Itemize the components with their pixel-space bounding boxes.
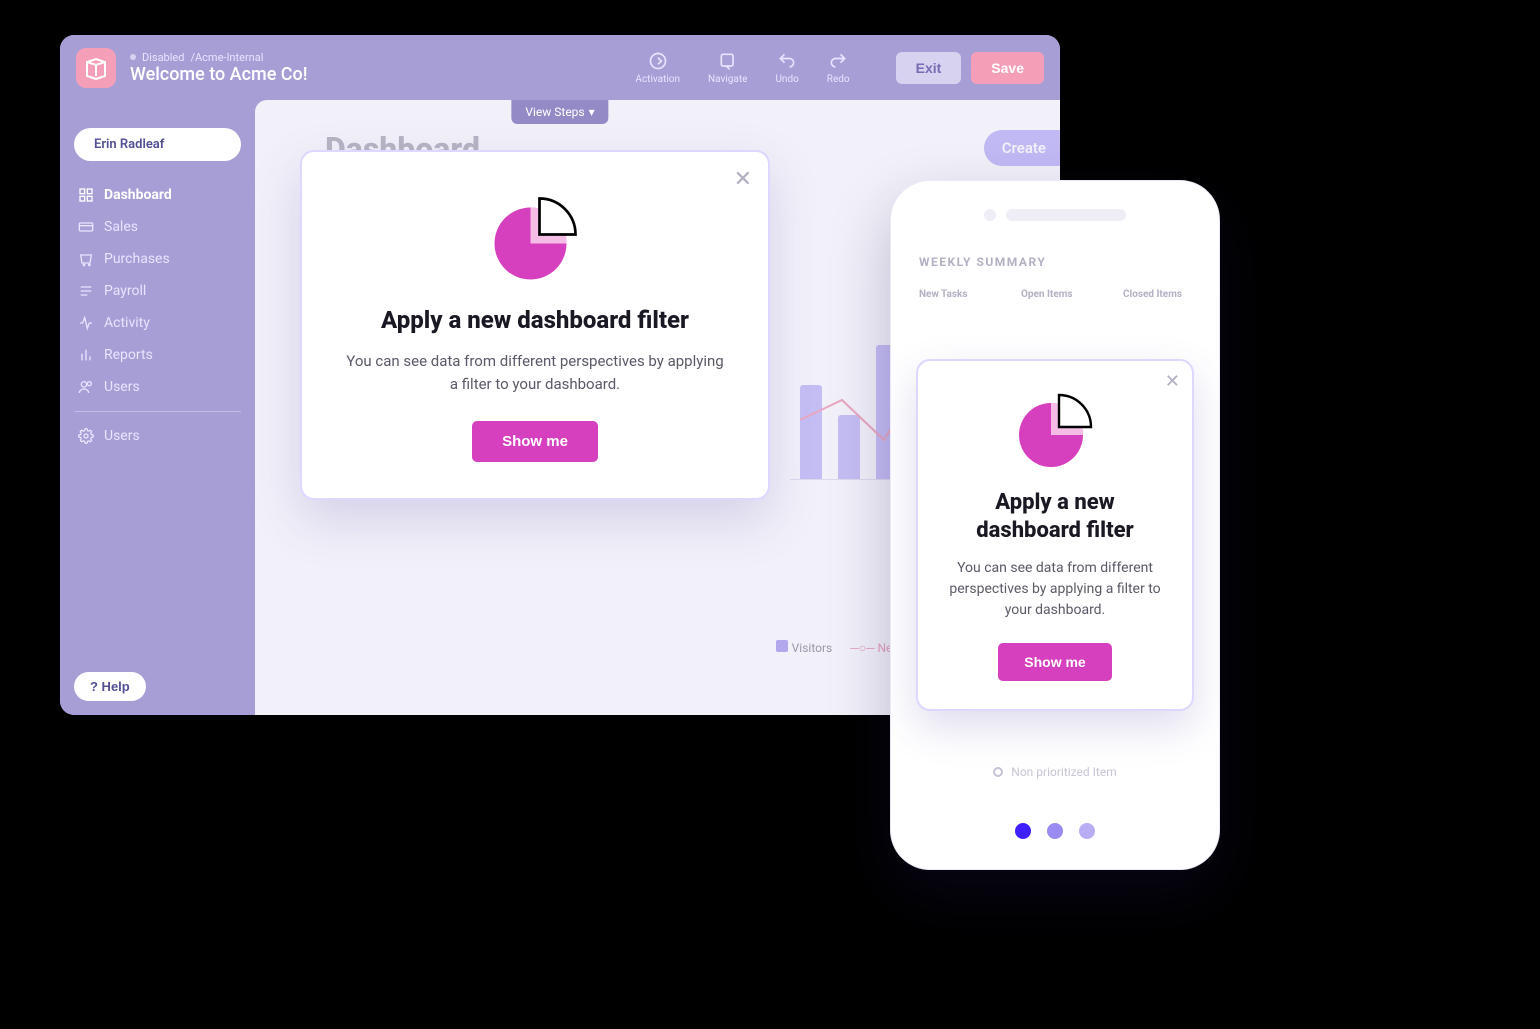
help-button[interactable]: ? Help	[74, 672, 146, 701]
phone-modal-body: You can see data from different perspect…	[942, 558, 1168, 621]
phone-modal-title: Apply a new dashboard filter	[942, 489, 1168, 544]
onboarding-modal: ✕ Apply a new dashboard filter You can s…	[300, 150, 770, 500]
sidebar-item-purchases[interactable]: Purchases	[74, 243, 241, 275]
weekly-summary: WEEKLY SUMMARY New Tasks Open Items Clos…	[891, 221, 1219, 300]
status-dot-icon	[130, 54, 136, 60]
sidebar-item-label: Activity	[104, 315, 150, 331]
activation-label: Activation	[635, 74, 680, 85]
sidebar-separator	[74, 411, 241, 412]
modal-body: You can see data from different perspect…	[342, 350, 728, 395]
app-header: Disabled /Acme-Internal Welcome to Acme …	[60, 35, 1060, 100]
phone-onboarding-modal: ✕ Apply a new dashboard filter You can s…	[916, 359, 1194, 711]
sidebar: Erin Radleaf Dashboard Sales Purchases P…	[60, 100, 255, 715]
workspace-path: /Acme-Internal	[190, 51, 263, 64]
radio-icon	[993, 767, 1003, 777]
non-prioritised-row: Non prioritized Item	[891, 765, 1219, 779]
app-title: Welcome to Acme Co!	[130, 64, 308, 85]
sidebar-item-users[interactable]: Users	[74, 371, 241, 403]
save-button[interactable]: Save	[971, 52, 1044, 84]
sidebar-item-label: Sales	[104, 219, 138, 235]
sidebar-item-reports[interactable]: Reports	[74, 339, 241, 371]
legend-square-icon	[776, 640, 788, 652]
phone-mock: WEEKLY SUMMARY New Tasks Open Items Clos…	[890, 180, 1220, 870]
view-steps-label: View Steps	[525, 105, 584, 119]
view-steps-tab[interactable]: View Steps ▾	[511, 100, 608, 124]
sidebar-item-activity[interactable]: Activity	[74, 307, 241, 339]
sidebar-item-label: Users	[104, 379, 140, 395]
sidebar-item-label: Dashboard	[104, 187, 172, 203]
show-me-button[interactable]: Show me	[472, 421, 598, 462]
sidebar-item-label: Payroll	[104, 283, 146, 299]
navigate-tool[interactable]: Navigate	[708, 51, 747, 85]
sidebar-item-settings-users[interactable]: Users	[74, 420, 241, 452]
phone-statusbar	[891, 181, 1219, 221]
redo-label: Redo	[827, 74, 850, 85]
non-prioritised-label: Non prioritized Item	[1011, 765, 1116, 779]
sidebar-item-dashboard[interactable]: Dashboard	[74, 179, 241, 211]
close-icon[interactable]: ✕	[1165, 371, 1180, 392]
pie-chart-icon	[490, 194, 580, 284]
sidebar-item-payroll[interactable]: Payroll	[74, 275, 241, 307]
close-icon[interactable]: ✕	[734, 166, 752, 192]
stat-closed-items: Closed Items	[1123, 289, 1195, 300]
legend-visitors: Visitors	[792, 641, 833, 655]
weekly-heading: WEEKLY SUMMARY	[919, 255, 1191, 269]
sidebar-item-label: Users	[104, 428, 140, 444]
phone-show-me-button[interactable]: Show me	[998, 643, 1111, 681]
undo-tool[interactable]: Undo	[775, 51, 798, 85]
navigate-label: Navigate	[708, 74, 747, 85]
page-dots[interactable]	[891, 823, 1219, 839]
legend-line-icon: ─○─	[850, 641, 877, 655]
stat-open-items: Open Items	[1021, 289, 1093, 300]
phone-status-circle-icon	[984, 209, 996, 221]
pie-chart-icon	[1015, 391, 1095, 471]
activation-tool[interactable]: Activation	[635, 51, 680, 85]
sidebar-item-label: Purchases	[104, 251, 170, 267]
exit-button[interactable]: Exit	[896, 52, 962, 84]
create-button[interactable]: Create	[984, 130, 1060, 166]
sidebar-item-sales[interactable]: Sales	[74, 211, 241, 243]
phone-status-bar-icon	[1006, 209, 1126, 221]
stat-new-tasks: New Tasks	[919, 289, 991, 300]
sidebar-item-label: Reports	[104, 347, 153, 363]
header-tools: Activation Navigate Undo Redo Exit Save	[635, 51, 1044, 85]
undo-label: Undo	[775, 74, 798, 85]
user-pill[interactable]: Erin Radleaf	[74, 128, 241, 161]
modal-title: Apply a new dashboard filter	[342, 306, 728, 334]
status-text: Disabled	[142, 51, 184, 64]
page-dot-1[interactable]	[1015, 823, 1031, 839]
redo-tool[interactable]: Redo	[827, 51, 850, 85]
page-dot-2[interactable]	[1047, 823, 1063, 839]
app-logo-icon	[76, 48, 116, 88]
chevron-down-icon: ▾	[589, 105, 595, 119]
page-dot-3[interactable]	[1079, 823, 1095, 839]
